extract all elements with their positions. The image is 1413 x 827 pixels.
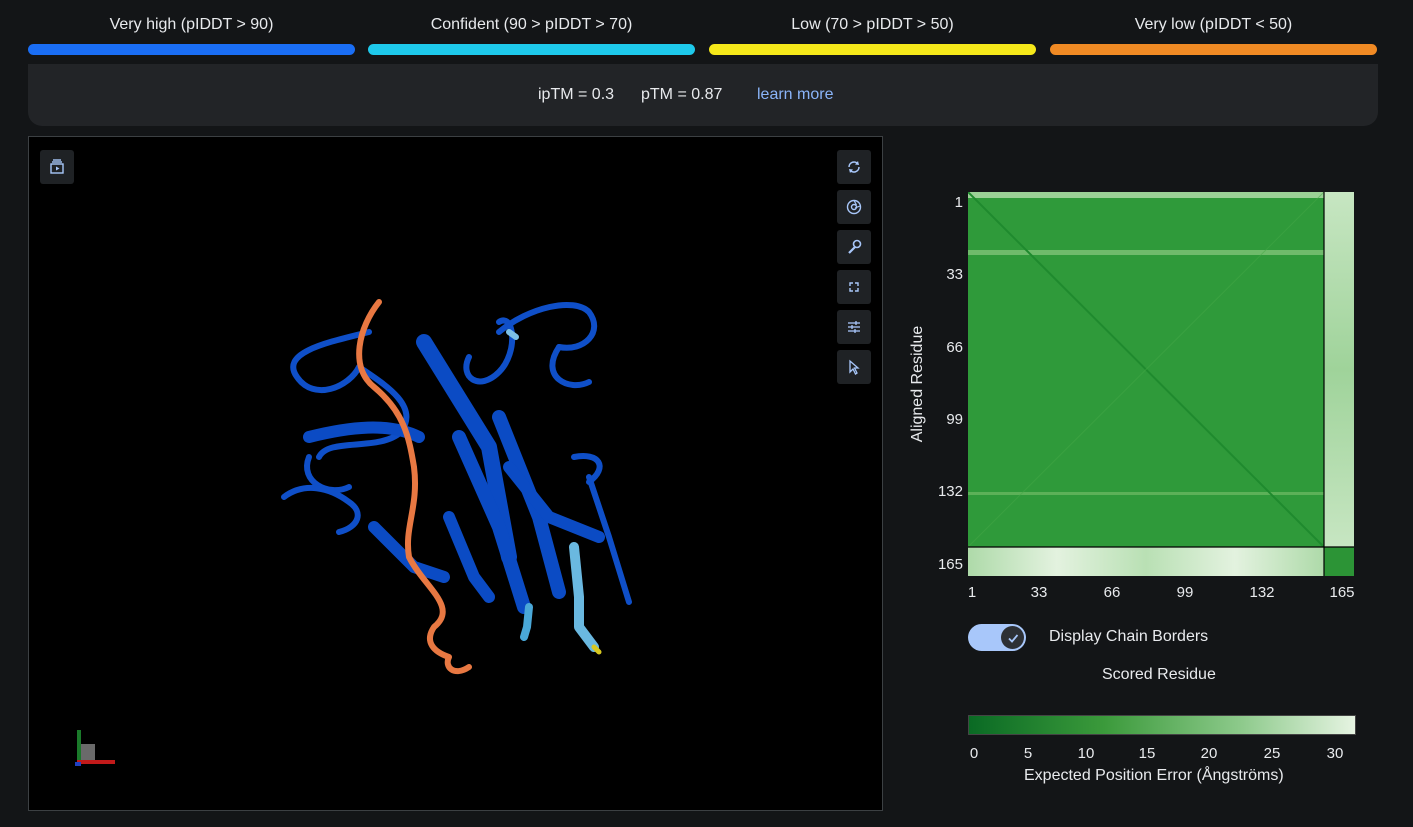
- pae-y-axis-title-text: Aligned Residue: [909, 325, 926, 443]
- x-tick-66: 66: [1103, 584, 1121, 601]
- rotate-button[interactable]: [837, 150, 871, 184]
- iptm-value: ipTM = 0.3: [538, 86, 615, 103]
- toggle-knob: [1001, 626, 1024, 649]
- x-tick-99: 99: [1176, 584, 1194, 601]
- colorbar-tick-25: 25: [1263, 745, 1281, 762]
- tools-button[interactable]: [837, 230, 871, 264]
- legend-very-low: Very low (pIDDT < 50): [1050, 14, 1377, 55]
- legend-very-high-label: Very high (pIDDT > 90): [109, 16, 274, 33]
- pae-block-bb: [1324, 547, 1354, 576]
- fullscreen-button[interactable]: [837, 270, 871, 304]
- settings-icon: [848, 321, 860, 333]
- protein-structure-render[interactable]: [29, 137, 882, 810]
- cursor-icon: [849, 359, 860, 375]
- wrench-icon: [848, 239, 862, 254]
- legend-low-bar: [709, 44, 1036, 55]
- axes-gizmo: [75, 730, 115, 766]
- colorbar-tick-20: 20: [1200, 745, 1218, 762]
- ptm-value: pTM = 0.87: [641, 86, 723, 103]
- legend-confident: Confident (90 > pIDDT > 70): [368, 14, 695, 55]
- learn-more-link[interactable]: learn more: [757, 86, 833, 104]
- rotate-icon: [848, 161, 860, 173]
- metrics-panel: ipTM = 0.3 pTM = 0.87 learn more: [28, 64, 1378, 126]
- pae-block-ba: [968, 547, 1324, 576]
- colorbar-tick-10: 10: [1077, 745, 1095, 762]
- screenshot-button[interactable]: [837, 190, 871, 224]
- animation-button[interactable]: [40, 150, 74, 184]
- pae-band-row: [968, 250, 1324, 255]
- pae-block-ab: [1324, 192, 1354, 547]
- camera-icon: [846, 199, 862, 215]
- plddt-legend: Very high (pIDDT > 90) Confident (90 > p…: [28, 14, 1378, 58]
- chain-borders-label: Display Chain Borders: [1049, 628, 1209, 645]
- colorbar-tick-5: 5: [1023, 745, 1033, 762]
- y-tick-66: 66: [946, 339, 963, 356]
- structure-viewer[interactable]: [28, 136, 883, 811]
- pae-heatmap[interactable]: [968, 192, 1354, 576]
- pae-colorbar: [968, 715, 1356, 735]
- x-tick-33: 33: [1030, 584, 1048, 601]
- colorbar-tick-15: 15: [1138, 745, 1156, 762]
- y-tick-165: 165: [937, 556, 963, 573]
- legend-low: Low (70 > pIDDT > 50): [709, 14, 1036, 55]
- y-tick-1: 1: [954, 194, 963, 211]
- legend-very-low-label: Very low (pIDDT < 50): [1134, 16, 1293, 33]
- pae-x-axis-title: Scored Residue: [1102, 666, 1216, 683]
- check-icon: [1007, 633, 1018, 643]
- colorbar-tick-30: 30: [1326, 745, 1344, 762]
- pae-edge-row: [968, 192, 1324, 198]
- legend-very-high: Very high (pIDDT > 90): [28, 14, 355, 55]
- chain-borders-toggle[interactable]: [968, 624, 1026, 651]
- animation-icon: [50, 159, 64, 174]
- pae-y-axis-title: Aligned Residue: [906, 320, 930, 450]
- legend-low-label: Low (70 > pIDDT > 50): [791, 16, 954, 33]
- viewer-toolbar: [837, 150, 871, 390]
- colorbar-label: Expected Position Error (Ångströms): [1024, 767, 1284, 784]
- legend-confident-bar: [368, 44, 695, 55]
- legend-confident-label: Confident (90 > pIDDT > 70): [430, 16, 633, 33]
- select-button[interactable]: [837, 350, 871, 384]
- x-tick-132: 132: [1249, 584, 1275, 601]
- legend-very-high-bar: [28, 44, 355, 55]
- y-tick-99: 99: [946, 411, 963, 428]
- y-tick-132: 132: [937, 483, 963, 500]
- y-tick-33: 33: [946, 266, 963, 283]
- fullscreen-icon: [849, 282, 859, 292]
- colorbar-tick-0: 0: [969, 745, 979, 762]
- settings-button[interactable]: [837, 310, 871, 344]
- legend-very-low-bar: [1050, 44, 1377, 55]
- x-tick-165: 165: [1329, 584, 1355, 601]
- x-tick-1: 1: [967, 584, 977, 601]
